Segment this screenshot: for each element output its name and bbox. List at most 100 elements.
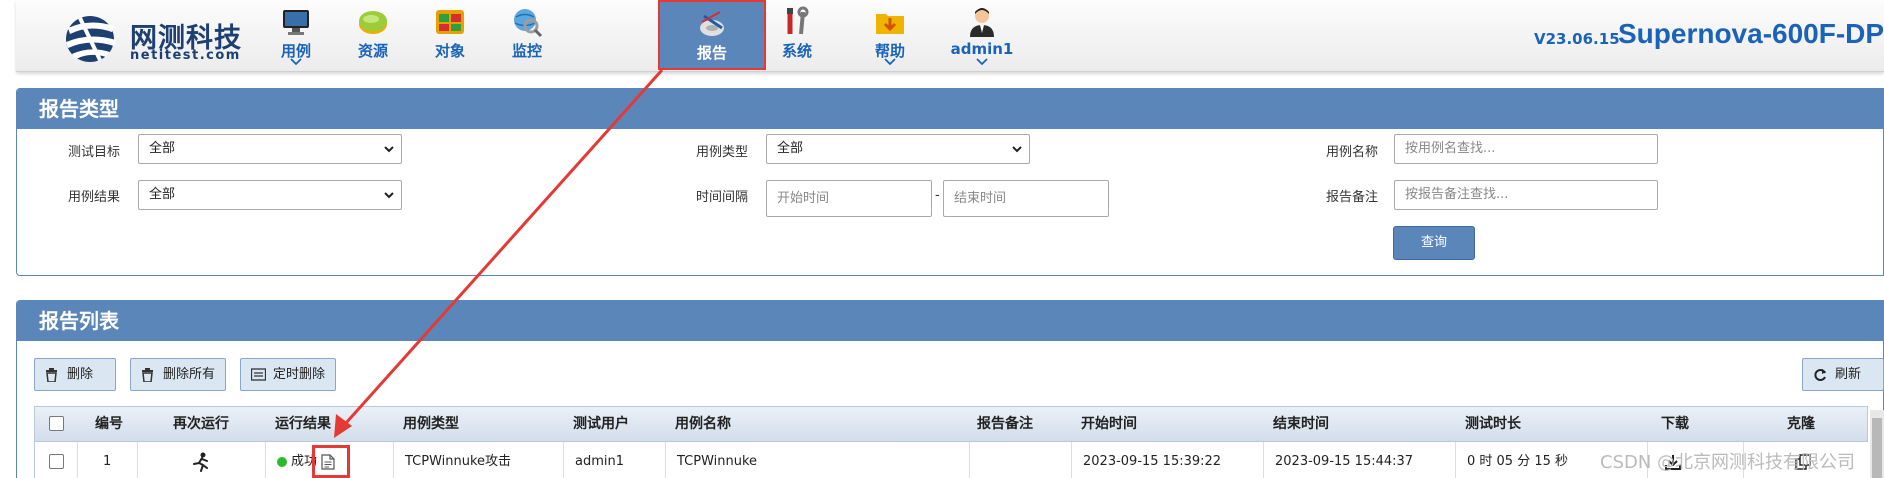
scrollbar-thumb[interactable] — [1872, 418, 1882, 478]
trash-icon — [46, 368, 57, 382]
time-separator: - — [935, 188, 940, 203]
globe-search-icon — [514, 9, 543, 38]
select-value: 全部 — [149, 141, 176, 156]
chevron-down-icon — [290, 58, 302, 66]
vertical-scrollbar[interactable] — [1870, 410, 1884, 478]
column-header[interactable]: 运行结果 — [275, 407, 331, 441]
column-header[interactable]: 再次运行 — [173, 407, 229, 441]
column-header[interactable]: 报告备注 — [977, 407, 1033, 441]
column-divider — [969, 442, 970, 478]
nav-label: 报告 — [696, 44, 727, 62]
button-label: 删除 — [67, 367, 94, 382]
logo: 网测科技 netitest.com — [60, 8, 260, 64]
select-value: 全部 — [149, 187, 176, 202]
report-note-input[interactable]: 按报告备注查找... — [1394, 180, 1658, 210]
case-result-select[interactable]: 全部 — [138, 180, 402, 210]
row-end-time: 2023-09-15 15:44:37 — [1275, 454, 1414, 469]
column-divider — [563, 442, 564, 478]
nav-item-monitor[interactable]: 监控 — [481, 0, 573, 72]
column-header[interactable]: 测试用户 — [573, 407, 629, 441]
case-type-label: 用例类型 — [696, 145, 749, 160]
column-header[interactable]: 用例名称 — [675, 407, 731, 441]
button-label: 刷新 — [1835, 367, 1862, 382]
delete-button[interactable]: 删除 — [34, 358, 116, 391]
case-name-input[interactable]: 按用例名查找... — [1394, 134, 1658, 164]
row-id: 1 — [103, 454, 112, 469]
nav-item-user[interactable]: admin1 — [936, 0, 1028, 72]
product-name: Supernova-600F-DPL — [1618, 18, 1884, 49]
row-case-name: TCPWinnuke — [677, 454, 758, 469]
test-target-select[interactable]: 全部 — [138, 134, 402, 164]
nav-item-reports[interactable]: 报告 — [658, 0, 766, 70]
column-divider — [1071, 442, 1072, 478]
row-checkbox[interactable] — [49, 454, 64, 469]
case-result-label: 用例结果 — [68, 190, 121, 205]
chevron-down-icon — [884, 58, 896, 66]
end-time-input[interactable]: 结束时间 — [943, 180, 1109, 217]
chevron-down-icon — [384, 192, 394, 199]
trash-icon — [142, 368, 153, 382]
column-header[interactable]: 下载 — [1661, 407, 1689, 441]
row-start-time: 2023-09-15 15:39:22 — [1083, 454, 1222, 469]
user-icon — [970, 8, 994, 37]
column-divider — [1263, 442, 1264, 478]
time-range-label: 时间间隔 — [696, 190, 749, 205]
column-divider — [265, 442, 266, 478]
watermark-text: CSDN @北京网测科技有限公司 — [1600, 452, 1856, 473]
panel-title: 报告列表 — [17, 301, 1883, 341]
row-case-type: TCPWinnuke攻击 — [405, 454, 512, 469]
select-value: 全部 — [777, 141, 804, 156]
row-user: admin1 — [575, 454, 625, 469]
annotation-highlight-box — [312, 445, 350, 478]
select-all-checkbox[interactable] — [49, 416, 64, 431]
version-text: V23.06.15 — [1534, 30, 1620, 48]
objects-icon — [436, 10, 464, 34]
coins-icon — [359, 11, 387, 34]
run-again-icon[interactable] — [191, 452, 211, 472]
nav-label: 监控 — [511, 42, 542, 60]
column-divider — [77, 442, 78, 478]
chevron-down-icon — [384, 146, 394, 153]
column-divider — [665, 442, 666, 478]
scheduled-delete-button[interactable]: 定时删除 — [240, 358, 336, 391]
column-divider — [1455, 442, 1456, 478]
column-header[interactable]: 用例类型 — [403, 407, 459, 441]
nav-label: admin1 — [950, 40, 1014, 58]
column-header[interactable]: 编号 — [95, 407, 123, 441]
column-header[interactable]: 测试时长 — [1465, 407, 1521, 441]
delete-all-button[interactable]: 删除所有 — [130, 358, 226, 391]
column-header[interactable]: 结束时间 — [1273, 407, 1329, 441]
report-note-label: 报告备注 — [1326, 190, 1379, 205]
top-header: 网测科技 netitest.com 用例 资源 对象 监控 报告 系统 帮助 a… — [16, 0, 1884, 72]
table-header: 编号 再次运行 运行结果 用例类型 测试用户 用例名称 报告备注 开始时间 结束… — [34, 406, 1868, 442]
chevron-down-icon — [976, 58, 988, 66]
logo-globe-icon — [66, 16, 116, 62]
monitor-icon — [283, 10, 309, 35]
button-label: 定时删除 — [273, 367, 326, 382]
case-name-label: 用例名称 — [1326, 145, 1379, 160]
success-status-dot — [277, 457, 287, 467]
refresh-button[interactable]: 刷新 — [1802, 358, 1884, 391]
column-header[interactable]: 开始时间 — [1081, 407, 1137, 441]
start-time-input[interactable]: 开始时间 — [766, 180, 932, 217]
row-duration: 0 时 05 分 15 秒 — [1467, 454, 1569, 469]
query-button[interactable]: 查询 — [1393, 226, 1475, 260]
nav-item-system[interactable]: 系统 — [751, 0, 843, 72]
button-label: 删除所有 — [163, 367, 216, 382]
column-divider — [393, 442, 394, 478]
column-divider — [137, 442, 138, 478]
column-header[interactable]: 克隆 — [1787, 407, 1815, 441]
report-icon — [700, 11, 724, 36]
case-type-select[interactable]: 全部 — [766, 134, 1030, 164]
test-target-label: 测试目标 — [68, 145, 121, 160]
panel-title: 报告类型 — [17, 89, 1883, 129]
refresh-icon — [1814, 369, 1826, 381]
tools-icon — [787, 6, 809, 35]
chevron-down-icon — [1012, 146, 1022, 153]
nav-item-help[interactable]: 帮助 — [844, 0, 936, 72]
calendar-icon — [251, 368, 266, 381]
page: 网测科技 netitest.com 用例 资源 对象 监控 报告 系统 帮助 a… — [0, 0, 1884, 478]
nav-label: 系统 — [781, 42, 812, 60]
table-row: 1 成功 TCPWinnuke攻击 admin1 TCPWinnuke 2023… — [34, 442, 1868, 478]
logo-en-text: netitest.com — [130, 48, 241, 63]
